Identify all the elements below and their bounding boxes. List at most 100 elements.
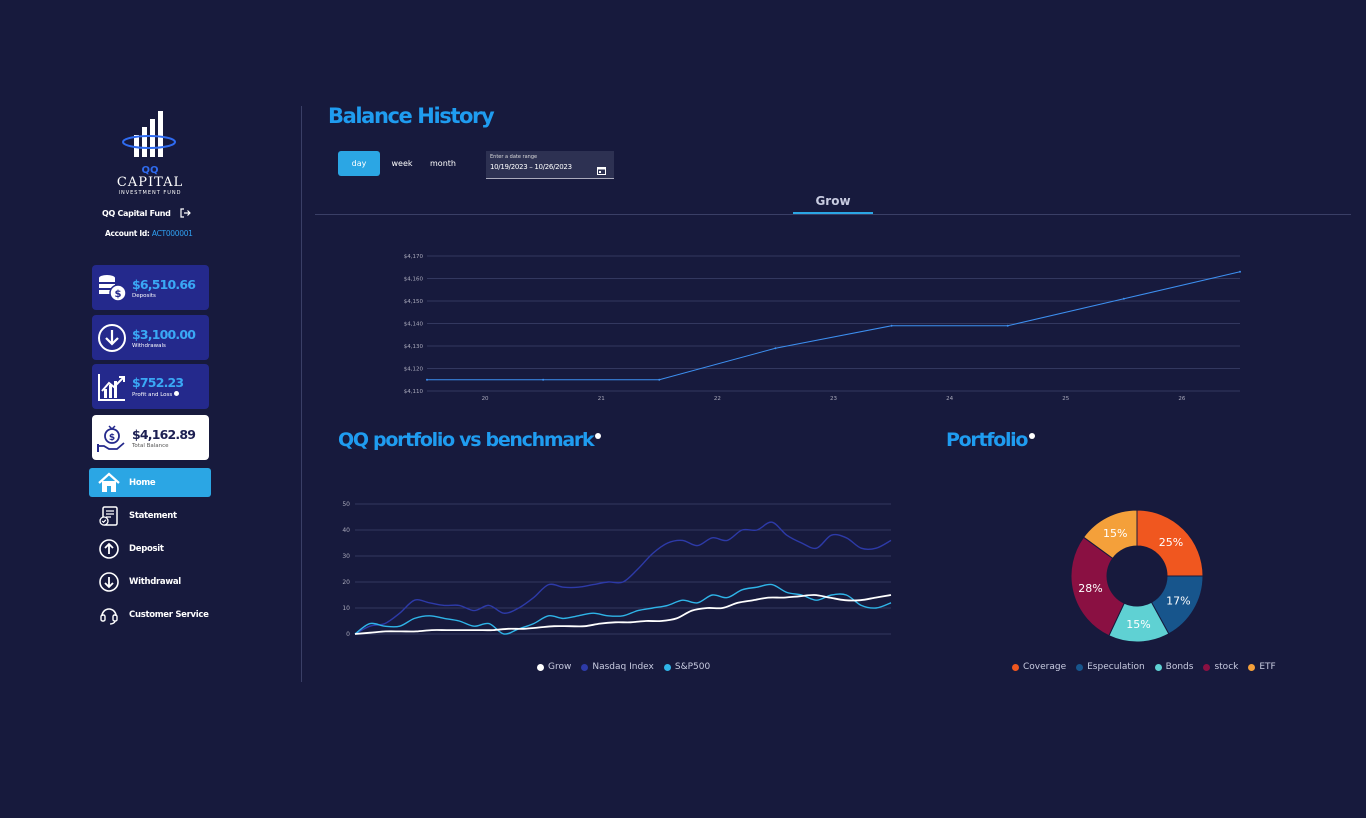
balance-point [1239, 270, 1241, 273]
y-tick-label: 40 [342, 527, 350, 534]
nav-label-home: Home [129, 477, 156, 488]
legend-label: ETF [1259, 662, 1276, 672]
portfolio-title: Portfolio [946, 429, 1036, 451]
nav-label-withdrawal: Withdrawal [129, 576, 181, 587]
series-line-nasdaq-index [354, 521, 892, 635]
withdrawals-label: Withdrawals [132, 342, 166, 349]
x-tick-label: 22 [714, 396, 721, 402]
x-tick-label: 25 [1062, 396, 1069, 402]
statement-icon [89, 505, 129, 527]
legend-label: Nasdaq Index [592, 662, 654, 672]
legend-label: stock [1214, 662, 1239, 672]
total-balance-label: Total Balance [132, 442, 169, 449]
benchmark-chart: 0 10 20 30 40 50 [342, 501, 892, 638]
nav-item-customer-service[interactable]: Customer Service [89, 600, 211, 629]
legend-item[interactable]: ETF [1248, 662, 1276, 672]
withdrawals-card[interactable]: $3,100.00 Withdrawals [92, 315, 209, 360]
account-label: Account Id: [105, 229, 150, 238]
sidebar-divider [301, 106, 302, 682]
slice-label: 25% [1159, 536, 1183, 549]
y-tick-label: $4,160 [404, 277, 424, 283]
svg-text:$: $ [109, 433, 115, 443]
page-title: Balance History [328, 104, 495, 128]
series-line-s-p500 [354, 583, 892, 635]
money-bag-hand-icon: $ [92, 415, 132, 460]
balance-point [426, 378, 428, 381]
portfolio-legend: Coverage Especulation Bonds stock ETF [1012, 662, 1276, 672]
upload-circle-icon [89, 538, 129, 560]
legend-swatch [537, 663, 544, 671]
y-tick-label: $4,130 [404, 344, 424, 350]
legend-item[interactable]: Grow [537, 662, 571, 672]
profit-loss-card[interactable]: $752.23 Profit and Loss [92, 364, 209, 409]
total-balance-card[interactable]: $ $4,162.89 Total Balance [92, 415, 209, 460]
x-tick-label: 21 [598, 396, 605, 402]
legend-label: S&P500 [674, 662, 711, 672]
legend-label: Bonds [1165, 662, 1194, 672]
legend-label: Grow [548, 662, 572, 672]
logout-icon[interactable] [179, 207, 191, 219]
download-circle-icon [92, 315, 132, 360]
info-dot-icon [595, 433, 602, 439]
deposits-amount: $6,510.66 [132, 276, 196, 292]
legend-item[interactable]: S&P500 [663, 662, 711, 672]
nav-item-home[interactable]: Home [89, 468, 211, 497]
legend-swatch [581, 663, 589, 671]
balance-point [890, 324, 893, 327]
balance-point [658, 378, 661, 381]
x-tick-label: 26 [1178, 396, 1185, 402]
growth-chart-icon [92, 364, 132, 409]
coins-dollar-icon: $ [92, 265, 132, 310]
slice-label: 15% [1126, 618, 1150, 631]
x-tick-label: 23 [830, 396, 837, 402]
nav-item-statement[interactable]: Statement [89, 501, 211, 530]
account-id: ACT000001 [151, 229, 193, 238]
download-circle-icon [89, 571, 129, 593]
date-range-value[interactable]: 10/19/2023 – 10/26/2023 [490, 163, 572, 171]
account-row: Account Id: ACT000001 [105, 229, 193, 238]
balance-point [774, 347, 777, 350]
nav-label-customer-service: Customer Service [129, 609, 209, 620]
legend-item[interactable]: Coverage [1012, 662, 1066, 672]
home-icon [89, 472, 129, 494]
slice-label: 15% [1103, 527, 1127, 540]
legend-swatch [1012, 663, 1019, 671]
period-month-button[interactable]: month [424, 151, 462, 176]
period-day-button[interactable]: day [338, 151, 380, 176]
brand-subtitle: INVESTMENT FUND [118, 190, 182, 196]
legend-label: Coverage [1023, 662, 1067, 672]
nav-item-withdrawal[interactable]: Withdrawal [89, 567, 211, 596]
fund-name: QQ Capital Fund [102, 208, 171, 218]
legend-item[interactable]: stock [1203, 662, 1238, 672]
x-tick-label: 20 [482, 396, 489, 402]
benchmark-legend: Grow Nasdaq Index S&P500 [537, 662, 710, 672]
y-tick-label: 20 [342, 579, 350, 586]
legend-item[interactable]: Especulation [1076, 662, 1145, 672]
y-tick-label: 50 [342, 501, 350, 508]
x-tick-label: 24 [946, 396, 953, 402]
y-tick-label: 0 [346, 631, 350, 638]
y-tick-label: $4,140 [404, 322, 424, 328]
nav-label-deposit: Deposit [129, 543, 164, 554]
y-tick-label: $4,150 [404, 299, 424, 305]
legend-item[interactable]: Nasdaq Index [581, 662, 654, 672]
legend-item[interactable]: Bonds [1154, 662, 1194, 672]
svg-text:$: $ [115, 289, 122, 300]
y-tick-label: 30 [342, 553, 350, 560]
period-week-button[interactable]: week [384, 151, 420, 176]
slice-label: 28% [1078, 582, 1102, 595]
y-tick-label: 10 [342, 605, 350, 612]
brand-name: CAPITAL [116, 175, 184, 190]
deposits-card[interactable]: $ $6,510.66 Deposits [92, 265, 209, 310]
deposits-label: Deposits [132, 292, 156, 299]
date-range-picker[interactable]: Enter a date range 10/19/2023 – 10/26/20… [486, 151, 614, 179]
tab-grow[interactable]: Grow [793, 194, 873, 208]
y-tick-label: $4,170 [404, 254, 424, 260]
fund-row: QQ Capital Fund [102, 207, 191, 219]
nav-item-deposit[interactable]: Deposit [89, 534, 211, 563]
profit-loss-label: Profit and Loss [132, 391, 183, 398]
calendar-icon[interactable] [597, 160, 606, 175]
legend-swatch [1248, 663, 1256, 671]
legend-swatch [1203, 663, 1211, 671]
profit-loss-amount: $752.23 [132, 375, 184, 390]
